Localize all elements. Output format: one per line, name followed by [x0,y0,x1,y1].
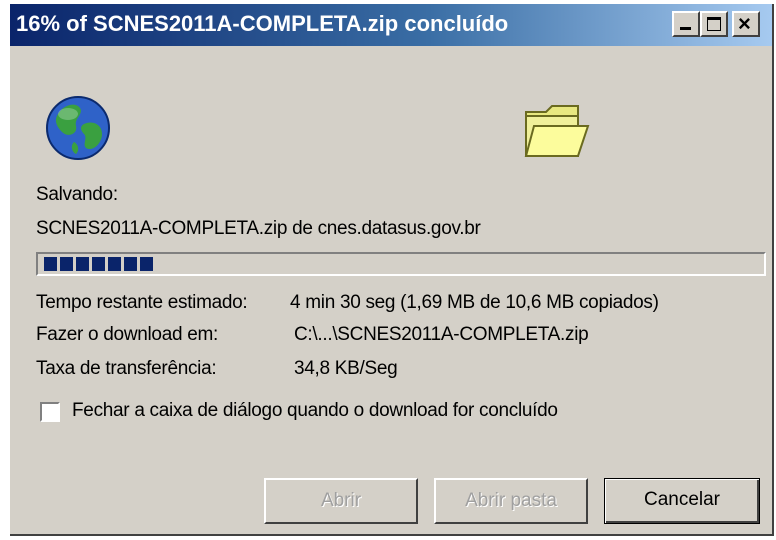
folder-icon [524,105,590,157]
saving-label: Salvando: [36,184,118,205]
time-left-label: Tempo restante estimado: [36,292,248,313]
close-button[interactable]: × [732,11,760,37]
open-folder-button[interactable]: Abrir pasta [434,478,588,524]
close-icon: × [738,11,751,36]
maximize-button[interactable] [700,11,728,37]
download-to-label: Fazer o download em: [36,324,218,345]
minimize-button[interactable] [672,11,700,37]
progress-fill [44,257,153,271]
cancel-button[interactable]: Cancelar [604,478,760,524]
progress-bar [36,252,766,276]
open-button[interactable]: Abrir [264,478,418,524]
download-to-value: C:\...\SCNES2011A-COMPLETA.zip [294,324,589,345]
transfer-rate-value: 34,8 KB/Seg [294,358,398,379]
close-when-done-label[interactable]: Fechar a caixa de diálogo quando o downl… [72,400,558,422]
time-left-value: 4 min 30 seg (1,69 MB de 10,6 MB copiado… [290,292,659,313]
close-when-done-checkbox[interactable] [40,402,60,422]
file-source-text: SCNES2011A-COMPLETA.zip de cnes.datasus.… [36,218,481,239]
title-bar[interactable]: 16% of SCNES2011A-COMPLETA.zip concluído… [10,4,772,46]
window-title: 16% of SCNES2011A-COMPLETA.zip concluído [16,11,509,36]
transfer-rate-label: Taxa de transferência: [36,358,217,379]
download-dialog: 16% of SCNES2011A-COMPLETA.zip concluído… [10,4,774,536]
globe-icon [46,96,110,160]
